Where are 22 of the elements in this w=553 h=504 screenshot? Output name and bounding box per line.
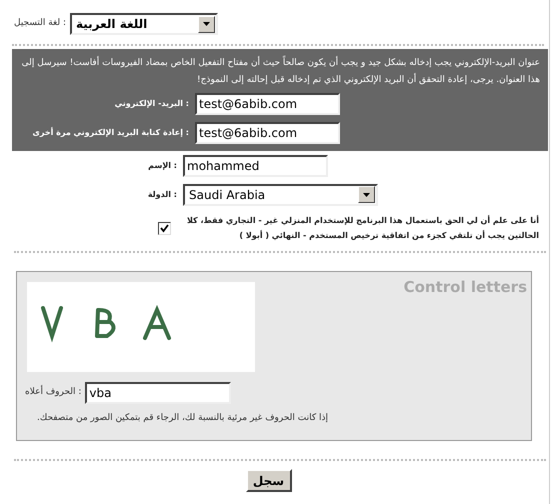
text-field[interactable]: test@6abib.com [195, 122, 340, 144]
country-select[interactable]: Saudi Arabia [183, 184, 378, 206]
field-label: : الدولة [148, 188, 177, 200]
field-label: : إعادة كتابة البريد الإلكتروني مرة أخرى [32, 126, 189, 138]
agreement-checkbox[interactable] [158, 222, 171, 234]
dropdown-button[interactable] [198, 16, 215, 32]
text-field[interactable]: mohammed [183, 154, 328, 176]
language-label: : لغة التسجيل [14, 17, 66, 30]
captcha-label: : الحروف أعلاه [25, 386, 82, 400]
register-button[interactable]: سجل [246, 469, 292, 492]
caret-icon [203, 22, 210, 26]
field-label: : الإسم [148, 160, 177, 172]
captcha-input[interactable]: vba [85, 382, 232, 404]
email-notice: عنوان البريد-الإلكتروني يجب إدخاله بشكل جيد و يجب أن يكون صالحاً حيث أن مفتاح التفعيل الخاص بمضاد الفيروسات أفاست! سيرسل إلى هذا العنوان. يرجى، إعادة التحقق أن البريد الإلكتروني الذي تم إدخاله قبل إحالته إلى النموذج! [12, 55, 548, 89]
captcha-note: إذا كانت الحروف غير مرئية بالنسبة لك، الرجاء قم بتمكين الصور من متصفحك. [37, 412, 329, 425]
field-label: : البريد- الإلكتروني [114, 98, 189, 110]
text-field[interactable]: test@6abib.com [195, 92, 340, 114]
dropdown-button[interactable] [358, 186, 375, 203]
language-select[interactable]: اللغة العربية [70, 13, 218, 35]
caret-icon [363, 192, 370, 196]
captcha-title: Control letters [404, 277, 527, 298]
agreement-text: أنا على علم أن لي الحق باستعمال هذا البرنامج للإستخدام المنزلي غير - التجاري فقط، كلا الحالتين يجب أن تلتقي كجزء من اتفاقية ترخيص المستخدم - النهائي ( أبولا ) [186, 214, 539, 242]
